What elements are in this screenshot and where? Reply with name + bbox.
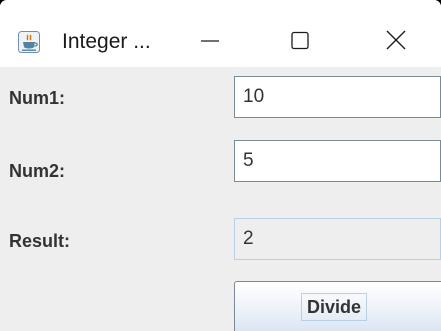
divide-button-label: Divide: [301, 293, 368, 321]
minimize-icon: [201, 40, 219, 42]
num2-label: Num2:: [9, 161, 66, 181]
result-field: [234, 218, 441, 260]
close-button[interactable]: [364, 20, 424, 62]
result-label: Result:: [9, 231, 71, 251]
divide-button[interactable]: Divide: [234, 281, 441, 331]
title-bar[interactable]: Integer ...: [0, 0, 441, 67]
minimize-button[interactable]: [180, 20, 240, 62]
num2-field[interactable]: [234, 140, 441, 182]
window-title: Integer ...: [62, 30, 151, 53]
num1-field[interactable]: [234, 76, 441, 118]
java-icon[interactable]: [18, 31, 40, 53]
num1-label: Num1:: [9, 88, 66, 108]
app-window: Integer ... Num1: Num2: Result: Divide: [0, 0, 441, 331]
maximize-icon: [291, 31, 309, 50]
maximize-button[interactable]: [270, 20, 330, 62]
close-icon: [386, 30, 406, 50]
